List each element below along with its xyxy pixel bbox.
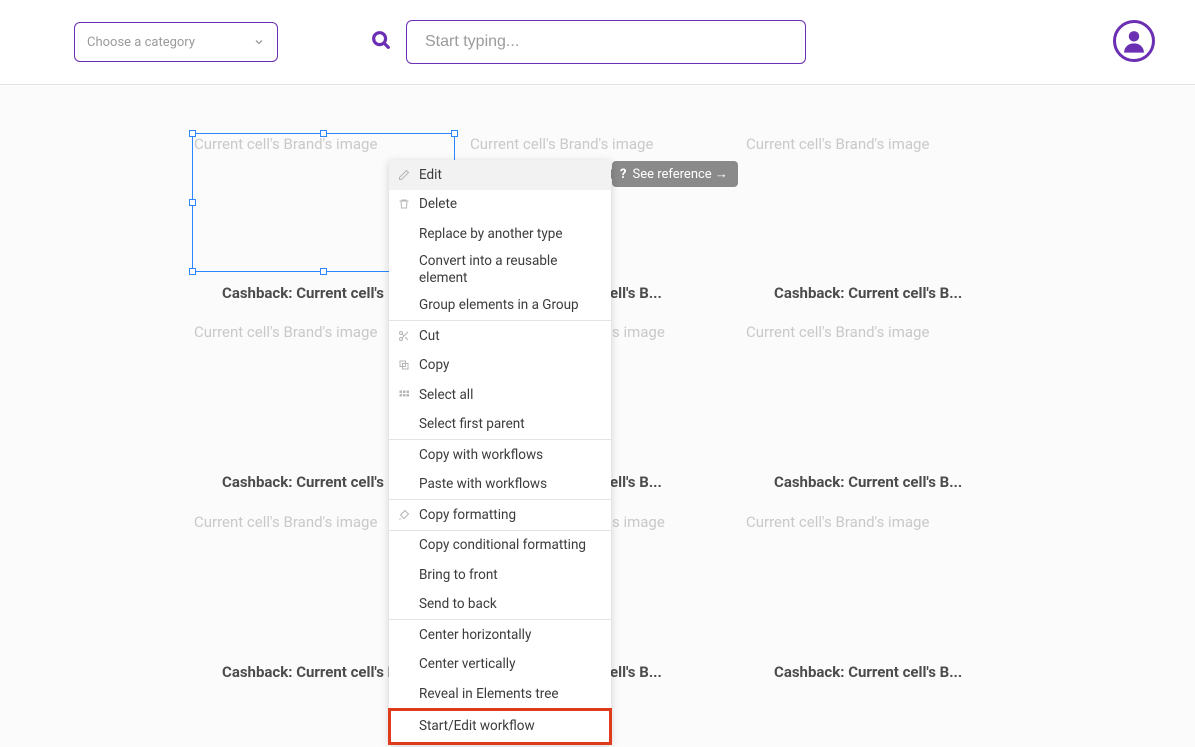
menu-item-copy-conditional-formatting[interactable]: Copy conditional formatting — [389, 531, 611, 561]
resize-handle[interactable] — [451, 130, 458, 137]
menu-item-copy[interactable]: Copy — [389, 351, 611, 381]
menu-item-bring-to-front[interactable]: Bring to front — [389, 560, 611, 590]
menu-item-label: Convert into a reusable element — [419, 253, 601, 285]
resize-handle[interactable] — [320, 130, 327, 137]
cashback-label[interactable]: Cashback: Current cell's B... — [746, 663, 1022, 681]
menu-item-group-elements-in-a-group[interactable]: Group elements in a Group — [389, 291, 611, 321]
menu-item-label: Copy formatting — [419, 507, 516, 523]
menu-item-center-vertically[interactable]: Center vertically — [389, 650, 611, 680]
search-wrap — [370, 20, 806, 64]
menu-item-label: Bring to front — [419, 567, 498, 583]
user-icon — [1120, 27, 1148, 55]
resize-handle[interactable] — [189, 130, 196, 137]
scissors-icon — [397, 330, 411, 342]
image-placeholder[interactable]: Current cell's Brand's image — [746, 513, 1022, 531]
help-icon: ? — [620, 167, 626, 182]
menu-item-label: Select first parent — [419, 416, 525, 432]
menu-item-copy-with-workflows[interactable]: Copy with workflows — [389, 440, 611, 470]
menu-item-send-to-back[interactable]: Send to back — [389, 590, 611, 620]
design-canvas[interactable]: Current cell's Brand's image Cashback: C… — [0, 85, 1195, 747]
avatar[interactable] — [1113, 20, 1155, 62]
menu-item-label: Replace by another type — [419, 226, 562, 242]
menu-item-select-all[interactable]: Select all — [389, 380, 611, 410]
menu-item-delete[interactable]: Delete — [389, 190, 611, 220]
cashback-label[interactable]: Cashback: Current cell's B... — [746, 284, 1022, 302]
trash-icon — [397, 198, 411, 210]
menu-item-label: Copy conditional formatting — [419, 537, 586, 553]
search-icon — [370, 29, 392, 55]
menu-item-label: Reveal in Elements tree — [419, 686, 559, 702]
image-placeholder[interactable]: Current cell's Brand's image — [746, 323, 1022, 341]
menu-item-label: Start/Edit workflow — [419, 718, 535, 734]
menu-item-copy-formatting[interactable]: Copy formatting — [389, 500, 611, 530]
reference-tooltip[interactable]: ? See reference → — [612, 161, 738, 187]
menu-item-replace-by-another-type[interactable]: Replace by another type — [389, 219, 611, 249]
menu-item-edit[interactable]: Edit — [389, 160, 611, 190]
category-placeholder: Choose a category — [87, 35, 195, 50]
cashback-label[interactable]: Cashback: Current cell's B... — [746, 473, 1022, 491]
context-menu: Edit Delete Replace by another type Convert… — [389, 160, 611, 744]
copy-icon — [397, 359, 411, 371]
menu-item-label: Paste with workflows — [419, 476, 547, 492]
brush-icon — [397, 509, 411, 521]
tooltip-text: See reference → — [632, 166, 727, 182]
pencil-icon — [397, 169, 411, 181]
menu-item-center-horizontally[interactable]: Center horizontally — [389, 620, 611, 650]
image-placeholder[interactable]: Current cell's Brand's image — [746, 135, 1022, 153]
menu-item-label: Center horizontally — [419, 627, 531, 643]
chevron-down-icon — [253, 36, 265, 48]
resize-handle[interactable] — [320, 268, 327, 275]
menu-item-label: Group elements in a Group — [419, 297, 579, 313]
menu-item-label: Cut — [419, 328, 440, 344]
category-select[interactable]: Choose a category — [74, 22, 278, 62]
menu-item-label: Copy with workflows — [419, 447, 543, 463]
menu-item-label: Center vertically — [419, 656, 515, 672]
menu-item-select-first-parent[interactable]: Select first parent — [389, 410, 611, 440]
resize-handle[interactable] — [189, 268, 196, 275]
menu-item-label: Select all — [419, 387, 473, 403]
menu-item-cut[interactable]: Cut — [389, 321, 611, 351]
menu-item-label: Delete — [419, 196, 457, 212]
menu-item-convert-into-a-reusable-element[interactable]: Convert into a reusable element — [389, 249, 611, 291]
resize-handle[interactable] — [189, 199, 196, 206]
menu-item-start-edit-workflow[interactable]: Start/Edit workflow — [389, 709, 611, 744]
menu-item-reveal-in-elements-tree[interactable]: Reveal in Elements tree — [389, 679, 611, 709]
image-placeholder[interactable]: Current cell's Brand's image — [470, 135, 746, 153]
menu-item-paste-with-workflows[interactable]: Paste with workflows — [389, 470, 611, 500]
grid-icon — [397, 389, 411, 401]
menu-item-label: Edit — [419, 167, 442, 183]
menu-item-label: Send to back — [419, 596, 497, 612]
search-input[interactable] — [406, 20, 806, 64]
menu-item-label: Copy — [419, 357, 449, 373]
top-bar: Choose a category — [0, 0, 1195, 85]
